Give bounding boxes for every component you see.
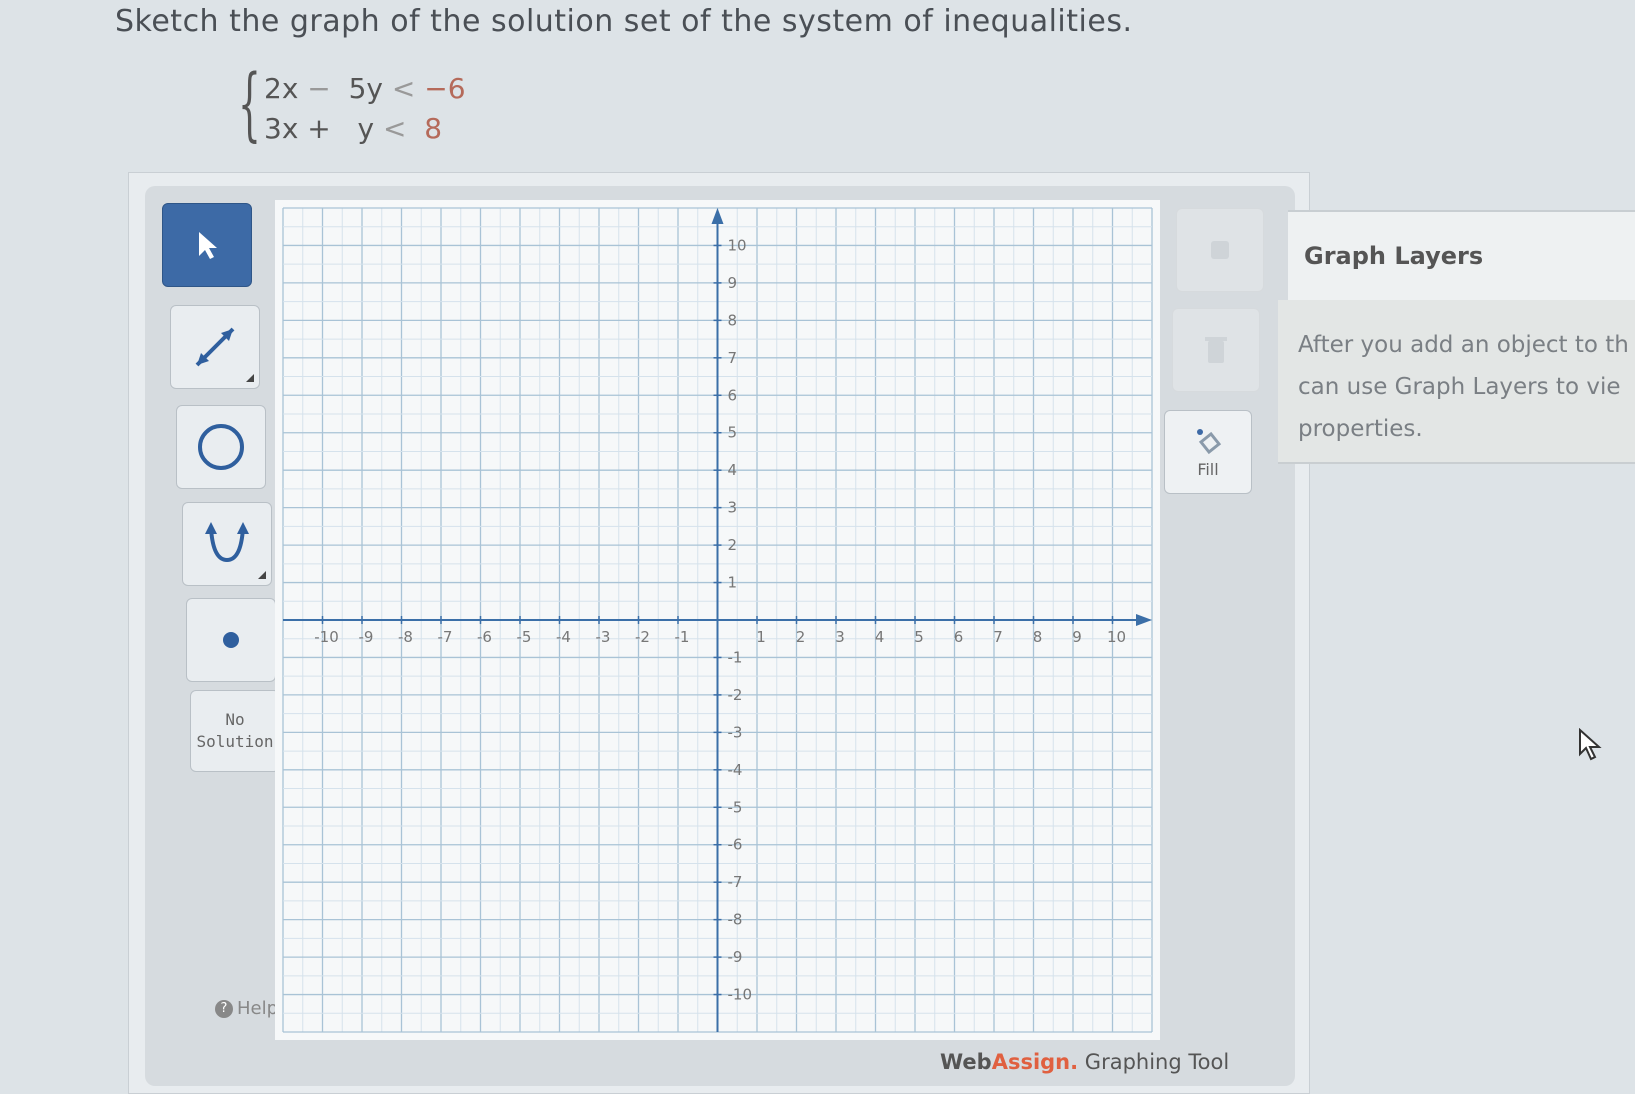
parabola-tool-icon — [205, 522, 249, 563]
fill-button[interactable]: Fill — [1164, 410, 1252, 494]
graph-layers-title: Graph Layers — [1304, 242, 1484, 270]
rhs: −6 — [424, 72, 466, 105]
x-tick-label: 9 — [1072, 628, 1082, 646]
graph-layers-header[interactable]: Graph Layers — [1288, 210, 1635, 300]
rhs: 8 — [424, 112, 443, 145]
x-tick-label: -9 — [359, 628, 374, 646]
graph-layers-body: After you add an object to th can use Gr… — [1278, 300, 1635, 464]
trash-icon — [1205, 337, 1227, 363]
relation: < — [391, 72, 416, 105]
y-tick-label: 8 — [728, 311, 738, 329]
x-tick-label: -1 — [675, 628, 690, 646]
y-axis-arrow — [711, 208, 724, 224]
delete-button — [1172, 308, 1260, 392]
y-tick-label: -3 — [728, 723, 743, 741]
term: y — [357, 112, 375, 145]
y-tick-label: 3 — [728, 499, 738, 517]
y-tick-label: 9 — [728, 274, 738, 292]
x-tick-label: 5 — [914, 628, 924, 646]
system-brace: { — [238, 57, 261, 150]
x-tick-label: 6 — [954, 628, 964, 646]
y-tick-label: 5 — [728, 424, 738, 442]
line-tool-button[interactable] — [170, 305, 260, 389]
y-tick-label: -8 — [728, 911, 743, 929]
y-tick-label: 6 — [728, 386, 738, 404]
submenu-indicator — [246, 374, 254, 382]
y-tick-label: 2 — [728, 536, 738, 554]
term: 2x — [264, 72, 299, 105]
fill-label: Fill — [1197, 459, 1219, 479]
x-tick-label: 2 — [796, 628, 806, 646]
y-tick-label: -5 — [728, 798, 743, 816]
no-solution-button[interactable]: No Solution — [190, 690, 280, 772]
y-tick-label: -9 — [728, 948, 743, 966]
x-tick-label: -3 — [596, 628, 611, 646]
x-axis-arrow — [1136, 614, 1152, 626]
inequality-2: 3x + y < 8 — [264, 112, 442, 145]
graph-canvas[interactable]: -10 -9 -8 -7 -6 -5 -4 -3 -2 -1 1 2 3 4 5 6 7 8 9 10 10 9 8 7 6 5 4… — [275, 200, 1160, 1040]
y-tick-label: -6 — [728, 836, 743, 854]
help-label: Help — [237, 998, 279, 1019]
x-tick-label: 10 — [1107, 628, 1126, 646]
point-tool-icon — [223, 632, 239, 648]
paint-bucket-icon — [1197, 428, 1222, 454]
no-solution-label: No Solution — [196, 710, 274, 751]
help-link[interactable]: ? Help — [215, 998, 278, 1019]
parabola-tool-button[interactable] — [182, 502, 272, 586]
x-tick-label: -5 — [517, 628, 532, 646]
y-tick-label: -10 — [728, 986, 753, 1004]
y-tick-label: 7 — [728, 349, 738, 367]
inequality-1: 2x − 5y < −6 — [264, 72, 466, 105]
y-tick-label: -7 — [728, 873, 743, 891]
y-tick-label: 10 — [728, 236, 747, 254]
pointer-tool-button[interactable] — [162, 203, 252, 287]
circle-tool-button[interactable] — [176, 405, 266, 489]
x-tick-label: 8 — [1033, 628, 1043, 646]
circle-tool-icon — [198, 424, 244, 470]
graph-layers-help-text: After you add an object to th can use Gr… — [1298, 332, 1629, 442]
y-tick-label: -4 — [728, 761, 743, 779]
x-tick-label: 4 — [875, 628, 885, 646]
x-tick-label: -10 — [314, 628, 339, 646]
submenu-indicator — [258, 571, 266, 579]
term: 5y — [348, 72, 383, 105]
term: 3x — [264, 112, 299, 145]
inequality-system: { 2x − 5y < −6 3x + y < 8 — [238, 62, 498, 152]
webassign-brand: WebAssign. Graphing Tool — [940, 1050, 1230, 1074]
x-tick-label: -7 — [438, 628, 453, 646]
coordinate-plane[interactable]: -10 -9 -8 -7 -6 -5 -4 -3 -2 -1 1 2 3 4 5 6 7 8 9 10 10 9 8 7 6 5 4… — [275, 200, 1160, 1040]
x-tick-label: 1 — [756, 628, 766, 646]
question-text: Sketch the graph of the solution set of … — [115, 4, 1133, 39]
undo-icon — [1211, 241, 1229, 259]
x-tick-label: 3 — [835, 628, 845, 646]
line-tool-icon — [195, 327, 235, 367]
x-tick-label: -4 — [556, 628, 571, 646]
x-tick-label: -2 — [635, 628, 650, 646]
relation: < — [382, 112, 407, 145]
y-tick-label: 1 — [728, 574, 738, 592]
mouse-cursor-icon — [1579, 728, 1602, 761]
y-tick-label: -2 — [728, 686, 743, 704]
x-tick-label: -8 — [398, 628, 413, 646]
y-tick-label: -1 — [728, 648, 743, 666]
help-icon: ? — [215, 999, 233, 1018]
operator: + — [307, 112, 331, 145]
undo-button — [1176, 208, 1264, 292]
arrow-cursor-icon — [199, 232, 217, 259]
operator: − — [307, 72, 331, 105]
point-tool-button[interactable] — [186, 598, 276, 682]
x-tick-label: -6 — [477, 628, 492, 646]
y-tick-label: 4 — [728, 461, 738, 479]
x-tick-label: 7 — [993, 628, 1003, 646]
